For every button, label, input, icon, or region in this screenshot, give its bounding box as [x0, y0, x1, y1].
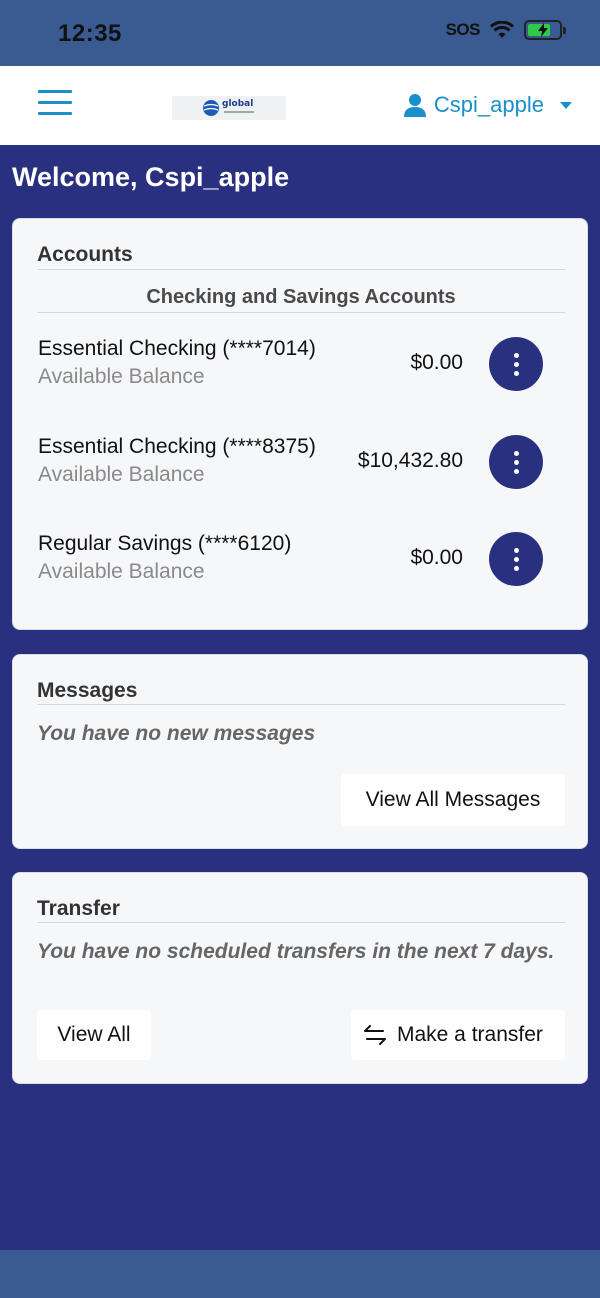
more-options-icon[interactable] — [489, 435, 543, 489]
view-all-transfers-button[interactable]: View All — [37, 1010, 151, 1060]
account-name: Regular Savings (****6120) — [38, 532, 292, 555]
account-row[interactable]: Essential Checking (****7014) Available … — [37, 337, 565, 407]
globe-icon — [203, 100, 219, 116]
messages-title: Messages — [37, 679, 138, 702]
bank-logo: global — [172, 96, 286, 120]
accounts-title: Accounts — [37, 243, 133, 266]
account-row[interactable]: Regular Savings (****6120) Available Bal… — [37, 532, 565, 602]
make-transfer-button[interactable]: Make a transfer — [351, 1010, 565, 1060]
more-options-icon[interactable] — [489, 337, 543, 391]
accounts-section-heading: Checking and Savings Accounts — [146, 286, 456, 308]
more-options-icon[interactable] — [489, 532, 543, 586]
chevron-down-icon — [560, 101, 572, 109]
account-row[interactable]: Essential Checking (****8375) Available … — [37, 435, 565, 505]
account-balance: $0.00 — [410, 351, 463, 374]
view-all-messages-button[interactable]: View All Messages — [341, 774, 565, 826]
divider — [37, 922, 565, 923]
transfer-title: Transfer — [37, 897, 120, 920]
messages-empty-note: You have no new messages — [37, 722, 316, 745]
account-balance-label: Available Balance — [38, 463, 205, 486]
transfer-empty-note: You have no scheduled transfers in the n… — [37, 940, 555, 963]
account-balance-label: Available Balance — [38, 560, 205, 583]
menu-icon[interactable] — [38, 90, 72, 120]
welcome-heading: Welcome, Cspi_apple — [12, 162, 290, 192]
accounts-card: Accounts Checking and Savings Accounts E… — [12, 218, 588, 630]
account-name: Essential Checking (****7014) — [38, 337, 316, 360]
app-header: global Cspi_apple — [0, 66, 600, 145]
divider — [37, 269, 565, 270]
status-time: 12:35 — [58, 20, 122, 47]
transfer-card: Transfer You have no scheduled transfers… — [12, 872, 588, 1084]
user-name: Cspi_apple — [433, 92, 544, 117]
status-icons: SOS — [445, 20, 566, 40]
user-menu[interactable]: Cspi_apple — [403, 92, 572, 118]
account-balance-label: Available Balance — [38, 365, 205, 388]
account-balance: $0.00 — [410, 546, 463, 569]
wifi-icon — [490, 21, 514, 38]
sos-indicator: SOS — [445, 20, 481, 39]
status-bar: 12:35 SOS — [0, 0, 600, 66]
make-transfer-label: Make a transfer — [397, 1023, 543, 1046]
battery-icon — [524, 20, 566, 40]
transfer-arrows-icon — [364, 1025, 386, 1045]
bottom-bar — [0, 1250, 600, 1298]
messages-card: Messages You have no new messages View A… — [12, 654, 588, 849]
account-name: Essential Checking (****8375) — [38, 435, 316, 458]
account-balance: $10,432.80 — [357, 449, 463, 472]
divider — [37, 312, 565, 313]
logo-text: global — [222, 99, 254, 109]
divider — [37, 704, 565, 705]
user-icon — [403, 94, 426, 117]
